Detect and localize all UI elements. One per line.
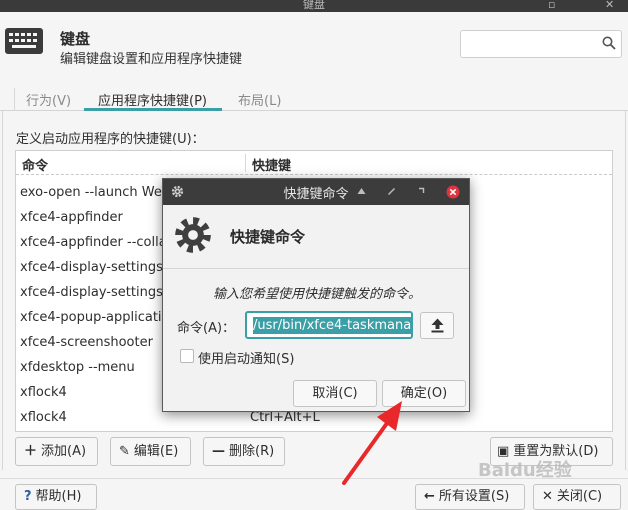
app-subtitle: 编辑键盘设置和应用程序快捷键 xyxy=(60,52,243,67)
column-separator xyxy=(245,154,246,172)
startup-notification-checkbox[interactable] xyxy=(180,349,194,363)
close-button[interactable]: ✕ 关闭(C) xyxy=(533,484,621,510)
app-title: 键盘 xyxy=(60,30,91,48)
column-header-command[interactable]: 命令 xyxy=(22,155,48,174)
plus-icon: ＋ xyxy=(24,444,38,459)
watermark: Baidu经验 xyxy=(478,460,572,481)
gear-icon xyxy=(175,217,211,253)
list-item-shortcut: Ctrl+Alt+L xyxy=(250,410,320,425)
window-maximize-icon[interactable]: ▫ xyxy=(548,0,555,11)
active-tab-indicator xyxy=(84,108,222,111)
window-close-icon[interactable]: ✕ xyxy=(605,0,614,11)
arrow-left-icon: ← xyxy=(424,489,435,504)
command-label: 命令(A)： xyxy=(177,321,236,336)
add-button[interactable]: ＋添加(A) xyxy=(15,437,98,466)
red-arrow-annotation xyxy=(342,401,402,485)
keyboard-icon xyxy=(5,28,43,54)
close-icon: ✕ xyxy=(542,489,553,504)
edit-button[interactable]: ✎ 编辑(E) xyxy=(110,437,191,466)
list-item[interactable]: xflock4 xyxy=(20,385,67,400)
tab-separator xyxy=(14,88,15,110)
shade-icon[interactable] xyxy=(357,187,366,195)
dialog-divider xyxy=(163,268,469,269)
upload-icon xyxy=(431,318,444,333)
search-input[interactable] xyxy=(460,30,622,58)
browse-button[interactable] xyxy=(420,312,454,339)
delete-button[interactable]: — 删除(R) xyxy=(203,437,285,466)
tab-behavior[interactable]: 行为(V) xyxy=(26,90,71,109)
maximize-icon[interactable] xyxy=(416,187,425,196)
tab-application-shortcuts[interactable]: 应用程序快捷键(P) xyxy=(98,90,207,109)
help-button[interactable]: ? 帮助(H) xyxy=(15,484,97,510)
tab-layout[interactable]: 布局(L) xyxy=(238,90,281,109)
dialog-close-icon[interactable] xyxy=(446,185,460,199)
command-input[interactable]: /usr/bin/xfce4-taskmanager xyxy=(245,311,413,339)
window-titlebar: 键盘 xyxy=(0,0,628,12)
pencil-icon: ✎ xyxy=(119,444,130,459)
list-item[interactable]: xflock4 xyxy=(20,410,67,425)
minus-icon: — xyxy=(212,444,225,459)
list-item[interactable]: xfce4-screenshooter xyxy=(20,335,153,350)
list-item[interactable]: xfce4-appfinder xyxy=(20,210,123,225)
command-input-value: /usr/bin/xfce4-taskmanager xyxy=(253,317,411,334)
list-item[interactable]: xfdesktop --menu xyxy=(20,360,135,375)
minimize-icon[interactable] xyxy=(387,187,396,196)
help-icon: ? xyxy=(24,489,32,504)
dialog-heading: 快捷键命令 xyxy=(230,228,306,246)
column-header-shortcut[interactable]: 快捷键 xyxy=(252,155,291,174)
shortcuts-section-label: 定义启动应用程序的快捷键(U)： xyxy=(16,132,205,147)
dialog-prompt: 输入您希望使用快捷键触发的命令。 xyxy=(213,287,422,302)
header-divider xyxy=(16,174,612,175)
startup-notification-label[interactable]: 使用启动通知(S) xyxy=(198,348,294,367)
window-title: 键盘 xyxy=(303,0,325,11)
search-icon xyxy=(602,36,616,50)
all-settings-button[interactable]: ← 所有设置(S) xyxy=(415,484,525,510)
